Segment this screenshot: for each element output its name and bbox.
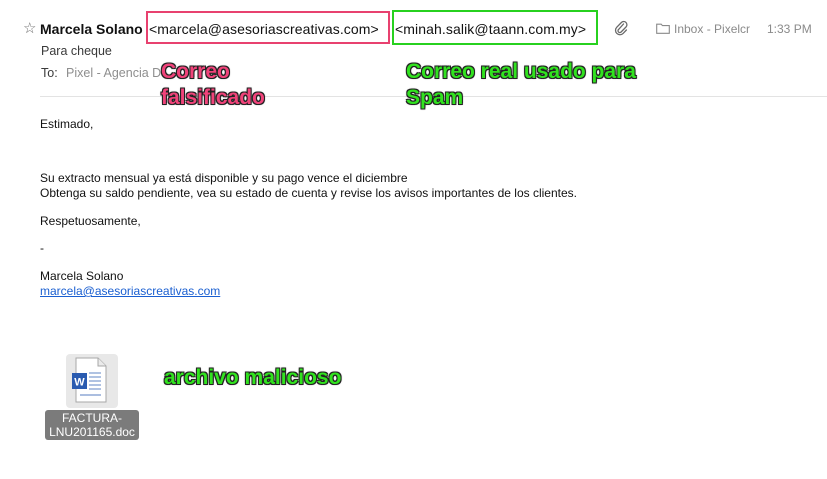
- annotation-real-email: Correo real usado para Spam: [406, 60, 636, 109]
- signature-dash: -: [40, 241, 44, 255]
- sender-name[interactable]: Marcela Solano: [40, 20, 143, 38]
- to-recipient[interactable]: Pixel - Agencia D: [66, 65, 161, 81]
- attachment-filename[interactable]: FACTURA-LNU201165.doc: [45, 410, 139, 440]
- body-line-1: Su extracto mensual ya está disponible y…: [40, 171, 408, 185]
- annotation-fake-email: Correo falsificado: [161, 60, 265, 109]
- to-label: To:: [41, 66, 58, 80]
- word-document-icon[interactable]: W: [70, 356, 112, 404]
- body-line-2: Obtenga su saldo pendiente, vea su estad…: [40, 186, 577, 200]
- greeting: Estimado,: [40, 117, 94, 131]
- mailbox-label[interactable]: Inbox - Pixelcr: [674, 22, 750, 37]
- annotation-malicious-file: archivo malicioso: [164, 366, 342, 389]
- signature-email-link[interactable]: marcela@asesoriascreativas.com: [40, 283, 220, 299]
- star-icon[interactable]: ☆: [23, 20, 36, 38]
- closing: Respetuosamente,: [40, 214, 141, 228]
- received-time: 1:33 PM: [767, 22, 812, 36]
- signature-name: Marcela Solano: [40, 269, 124, 283]
- paperclip-icon: [614, 20, 628, 36]
- sender-email-shown[interactable]: <marcela@asesoriascreativas.com>: [149, 20, 379, 38]
- folder-icon: [656, 23, 670, 34]
- svg-text:W: W: [74, 377, 85, 389]
- sender-email-real[interactable]: <minah.salik@taann.com.my>: [395, 20, 586, 38]
- email-subject: Para cheque: [41, 44, 112, 58]
